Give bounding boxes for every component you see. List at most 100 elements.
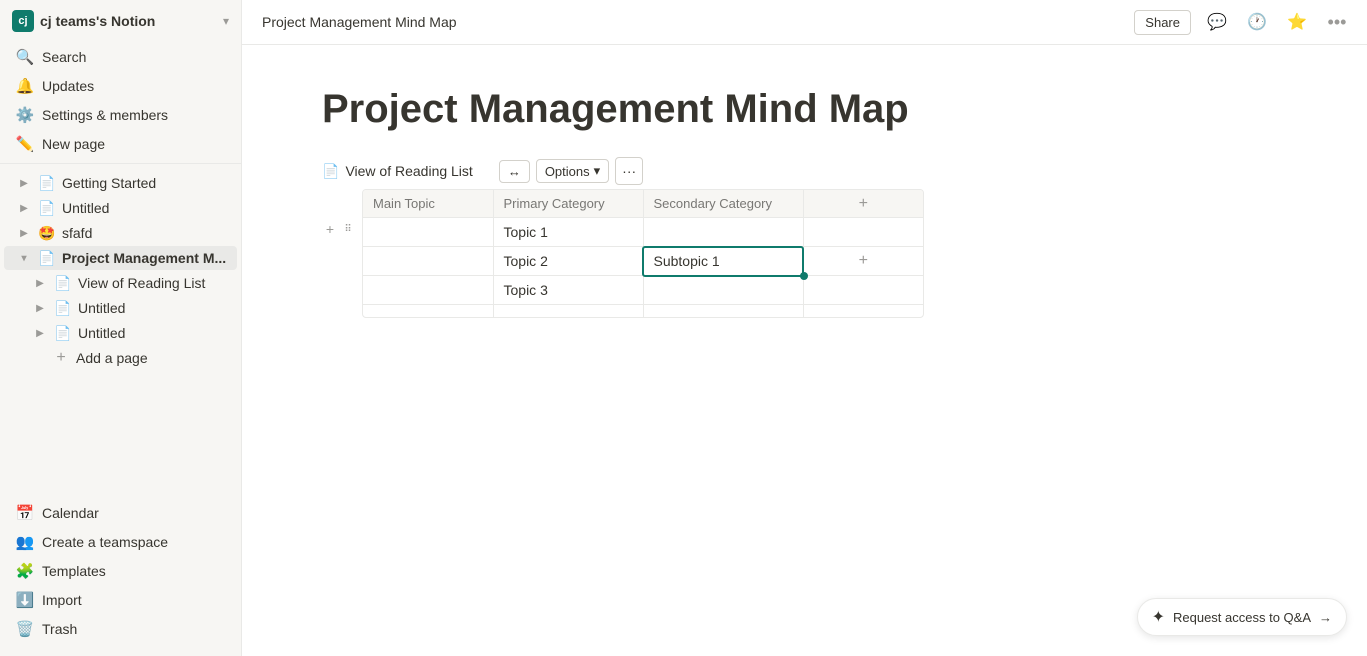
db-options-btn[interactable]: Options ▾ (536, 159, 609, 183)
chevron-right-icon: ▶ (32, 300, 48, 316)
db-table: Main Topic Primary Category Secondary Ca… (363, 190, 923, 317)
chevron-right-icon: ▶ (16, 200, 32, 216)
add-row-inline-btn[interactable]: + (322, 221, 338, 237)
view-reading-list-label: View of Reading List (78, 275, 229, 291)
sfafd-label: sfafd (62, 225, 229, 241)
untitled3-icon: 📄 (54, 324, 72, 342)
request-access-arrow: → (1319, 610, 1332, 625)
db-resize-btn[interactable]: ↔ (499, 160, 530, 183)
cell-add-row-btn[interactable]: + (803, 247, 923, 276)
chevron-right-icon: ▶ (16, 175, 32, 191)
request-access-icon: ✦ (1152, 607, 1165, 627)
new-page-button[interactable]: ✏️ New page (4, 130, 237, 158)
updates-label: Updates (42, 78, 94, 94)
request-access-label: Request access to Q&A (1173, 610, 1311, 625)
cell-primary-3[interactable]: Topic 3 (493, 276, 643, 305)
cell-add-4 (803, 305, 923, 318)
search-button[interactable]: 🔍 Search (4, 43, 237, 71)
cell-primary-4[interactable] (493, 305, 643, 318)
untitled2-icon: 📄 (54, 299, 72, 317)
cell-add-3 (803, 276, 923, 305)
page-heading: Project Management Mind Map (322, 85, 1287, 133)
sidebar-item-getting-started[interactable]: ▶ 📄 Getting Started (4, 171, 237, 195)
favorite-icon[interactable]: ⭐ (1283, 8, 1311, 36)
settings-button[interactable]: ⚙️ Settings & members (4, 101, 237, 129)
topbar-right: Share 💬 🕐 ⭐ ••• (1134, 8, 1351, 36)
sidebar-item-sfafd[interactable]: ▶ 🤩 sfafd (4, 221, 237, 245)
calendar-button[interactable]: 📅 Calendar (4, 499, 237, 527)
main-content: Project Management Mind Map Share 💬 🕐 ⭐ … (242, 0, 1367, 656)
add-page-label: Add a page (76, 350, 229, 366)
cell-editing-text: Subtopic 1 (654, 253, 720, 269)
more-options-icon[interactable]: ••• (1323, 8, 1351, 36)
add-page-button[interactable]: + Add a page (4, 346, 237, 370)
db-view-icon: 📄 (322, 163, 339, 180)
cell-add-1 (803, 218, 923, 247)
view-reading-list-icon: 📄 (54, 274, 72, 292)
trash-icon: 🗑️ (16, 620, 34, 638)
drag-handle-icon[interactable]: ⠿ (340, 221, 356, 237)
teamspace-label: Create a teamspace (42, 534, 168, 550)
table-row-controls: + ⠿ (322, 221, 356, 237)
add-row-icon: + (859, 252, 868, 269)
create-teamspace-button[interactable]: 👥 Create a teamspace (4, 528, 237, 556)
sidebar-item-view-reading-list[interactable]: ▶ 📄 View of Reading List (4, 271, 237, 295)
workspace-header[interactable]: cj cj teams's Notion ▾ (0, 0, 241, 42)
db-view-name: View of Reading List (345, 163, 472, 179)
cell-main-3[interactable] (363, 276, 493, 305)
options-chevron-icon: ▾ (594, 163, 601, 179)
table-outer: + ⠿ Main Topic Primary Category Secondar… (322, 189, 1287, 321)
sidebar-item-untitled-1[interactable]: ▶ 📄 Untitled (4, 196, 237, 220)
cell-main-4[interactable] (363, 305, 493, 318)
cell-primary-2[interactable]: Topic 2 (493, 247, 643, 276)
col-header-main-topic[interactable]: Main Topic (363, 190, 493, 218)
updates-button[interactable]: 🔔 Updates (4, 72, 237, 100)
templates-button[interactable]: 🧩 Templates (4, 557, 237, 585)
sidebar: cj cj teams's Notion ▾ 🔍 Search 🔔 Update… (0, 0, 242, 656)
options-label: Options (545, 164, 590, 179)
sidebar-bottom: 📅 Calendar 👥 Create a teamspace 🧩 Templa… (0, 494, 241, 648)
sidebar-actions: 🔍 Search 🔔 Updates ⚙️ Settings & members… (0, 42, 241, 159)
chevron-right-icon: ▶ (32, 275, 48, 291)
topbar-left: Project Management Mind Map (262, 14, 457, 30)
col-header-primary-category[interactable]: Primary Category (493, 190, 643, 218)
cell-main-1[interactable] (363, 218, 493, 247)
col-header-secondary-category[interactable]: Secondary Category (643, 190, 803, 218)
cell-secondary-1[interactable] (643, 218, 803, 247)
untitled3-label: Untitled (78, 325, 229, 341)
sidebar-item-project-mgmt[interactable]: ▾ 📄 Project Management M... (4, 246, 237, 270)
table-header-row: Main Topic Primary Category Secondary Ca… (363, 190, 923, 218)
add-column-btn[interactable]: + (803, 190, 923, 218)
workspace-avatar: cj (12, 10, 34, 32)
templates-icon: 🧩 (16, 562, 34, 580)
request-access-btn[interactable]: ✦ Request access to Q&A → (1137, 598, 1347, 636)
table-row: Topic 2 Subtopic 1 + (363, 247, 923, 276)
project-mgmt-icon: 📄 (38, 249, 56, 267)
cell-secondary-2-editing[interactable]: Subtopic 1 (643, 247, 803, 276)
workspace-chevron-icon: ▾ (223, 14, 229, 28)
table-row: Topic 1 (363, 218, 923, 247)
new-page-label: New page (42, 136, 105, 152)
getting-started-icon: 📄 (38, 174, 56, 192)
cell-primary-1[interactable]: Topic 1 (493, 218, 643, 247)
project-mgmt-label: Project Management M... (62, 250, 229, 266)
comments-icon[interactable]: 💬 (1203, 8, 1231, 36)
db-more-btn[interactable]: ··· (615, 157, 643, 185)
add-page-icon: + (52, 349, 70, 367)
new-page-icon: ✏️ (16, 135, 34, 153)
history-icon[interactable]: 🕐 (1243, 8, 1271, 36)
cell-secondary-3[interactable] (643, 276, 803, 305)
topbar: Project Management Mind Map Share 💬 🕐 ⭐ … (242, 0, 1367, 45)
untitled1-label: Untitled (62, 200, 229, 216)
import-button[interactable]: ⬇️ Import (4, 586, 237, 614)
cell-main-2[interactable] (363, 247, 493, 276)
cell-secondary-4[interactable] (643, 305, 803, 318)
chevron-down-icon: ▾ (16, 250, 32, 266)
share-button[interactable]: Share (1134, 10, 1191, 35)
db-table-wrapper: Main Topic Primary Category Secondary Ca… (362, 189, 924, 318)
trash-button[interactable]: 🗑️ Trash (4, 615, 237, 643)
search-icon: 🔍 (16, 48, 34, 66)
sidebar-item-untitled-2[interactable]: ▶ 📄 Untitled (4, 296, 237, 320)
untitled2-label: Untitled (78, 300, 229, 316)
sidebar-item-untitled-3[interactable]: ▶ 📄 Untitled (4, 321, 237, 345)
